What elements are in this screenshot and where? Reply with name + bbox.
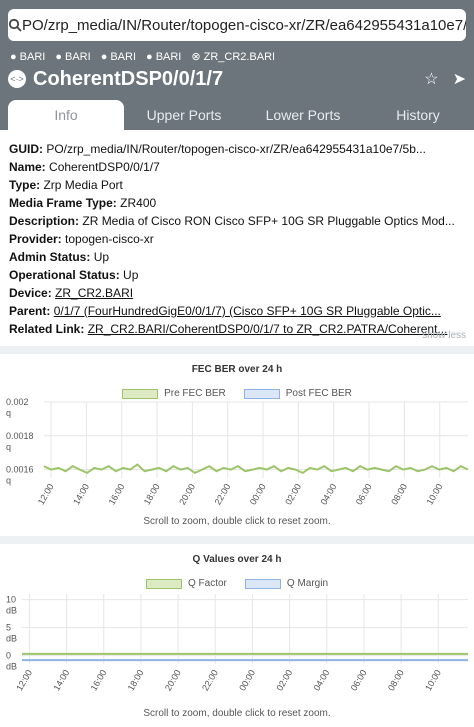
x-tick-label: 20:00 xyxy=(177,482,197,507)
tab-bar: Info Upper Ports Lower Ports History xyxy=(0,100,474,130)
provider-row: Provider: topogen-cisco-xr xyxy=(9,232,154,246)
y-tick-label: 10 xyxy=(6,595,16,605)
x-tick-label: 14:00 xyxy=(71,482,91,507)
x-tick-label: 22:00 xyxy=(200,668,220,693)
fec-chart-title: FEC BER over 24 h xyxy=(191,364,283,375)
page-title: CoherentDSP0/0/1/7 xyxy=(33,67,224,90)
search-icon xyxy=(8,18,22,32)
y-tick-label: 0.0018 xyxy=(6,431,34,441)
related-link[interactable]: ZR_CR2.BARI/CoherentDSP0/0/1/7 to ZR_CR2… xyxy=(88,322,448,336)
operational-status-row: Operational Status: Up xyxy=(9,268,139,282)
location-pin-icon: ● xyxy=(10,50,17,63)
x-tick-label: 16:00 xyxy=(107,482,127,507)
x-tick-label: 12:00 xyxy=(36,482,56,507)
admin-status-row: Admin Status: Up xyxy=(9,250,110,264)
search-input[interactable]: PO/zrp_media/IN/Router/topogen-cisco-xr/… xyxy=(8,9,466,41)
parent-row: Parent: 0/1/7 (FourHundredGigE0/0/1/7) (… xyxy=(9,304,441,318)
y-tick-label: 0 xyxy=(6,651,11,661)
device-link[interactable]: ZR_CR2.BARI xyxy=(55,286,133,300)
y-unit-label: q xyxy=(6,476,11,486)
info-panel: GUID: PO/zrp_media/IN/Router/topogen-cis… xyxy=(9,140,467,338)
breadcrumb: ● BARI ● BARI ● BARI ● BARI ⊗ ZR_CR2.BARI xyxy=(10,50,275,64)
x-tick-label: 08:00 xyxy=(389,482,409,507)
x-tick-label: 02:00 xyxy=(283,482,303,507)
y-unit-label: q xyxy=(6,442,11,452)
guid-row: GUID: PO/zrp_media/IN/Router/topogen-cis… xyxy=(9,142,426,156)
x-tick-label: 08:00 xyxy=(386,668,406,693)
x-tick-label: 10:00 xyxy=(423,668,443,693)
device-row: Device: ZR_CR2.BARI xyxy=(9,286,134,300)
x-tick-label: 04:00 xyxy=(312,668,332,693)
x-tick-label: 22:00 xyxy=(213,482,233,507)
y-tick-label: 5 xyxy=(6,623,11,633)
location-pin-icon: ● xyxy=(146,50,153,63)
tab-info[interactable]: Info xyxy=(8,100,124,130)
breadcrumb-item[interactable]: ● BARI xyxy=(55,50,90,63)
show-less-link[interactable]: show less xyxy=(422,330,466,341)
x-tick-label: 10:00 xyxy=(425,482,445,507)
pin-icon[interactable]: ➤ xyxy=(453,69,466,89)
breadcrumb-item[interactable]: ● BARI xyxy=(10,50,45,63)
x-tick-label: 04:00 xyxy=(319,482,339,507)
star-icon[interactable]: ☆ xyxy=(424,69,438,89)
tab-upper-ports[interactable]: Upper Ports xyxy=(124,100,244,130)
router-icon: ⊗ xyxy=(191,51,201,63)
y-unit-label: dB xyxy=(6,634,17,644)
tab-history[interactable]: History xyxy=(362,100,474,130)
breadcrumb-item[interactable]: ⊗ ZR_CR2.BARI xyxy=(191,50,275,64)
x-tick-label: 12:00 xyxy=(14,668,34,693)
q-chart[interactable]: 12:00 14:00 16:00 18:00 20:00 22:00 00:00 02:00… xyxy=(0,586,474,706)
y-unit-label: q xyxy=(6,408,11,418)
search-value: PO/zrp_media/IN/Router/topogen-cisco-xr/… xyxy=(22,16,466,34)
related-link-row: Related Link: ZR_CR2.BARI/CoherentDSP0/0… xyxy=(9,322,448,336)
title-actions: ☆ ➤ xyxy=(424,69,466,89)
q-zoom-note: Scroll to zoom, double click to reset zo… xyxy=(143,708,331,719)
x-tick-label: 18:00 xyxy=(126,668,146,693)
y-unit-label: dB xyxy=(6,662,17,672)
breadcrumb-item[interactable]: ● BARI xyxy=(146,50,181,63)
type-row: Type: Zrp Media Port xyxy=(9,178,123,192)
fec-chart[interactable]: 12:00 14:00 16:00 18:00 20:00 22:00 00:00 02:00… xyxy=(0,396,474,514)
header-panel: PO/zrp_media/IN/Router/topogen-cisco-xr/… xyxy=(0,0,474,130)
x-tick-label: 00:00 xyxy=(237,668,257,693)
link-icon: <·> xyxy=(8,70,26,88)
divider xyxy=(0,346,474,354)
name-row: Name: CoherentDSP0/0/1/7 xyxy=(9,160,160,174)
location-pin-icon: ● xyxy=(100,50,108,63)
y-unit-label: dB xyxy=(6,606,17,616)
x-tick-label: 16:00 xyxy=(89,668,109,693)
location-pin-icon: ● xyxy=(55,50,62,63)
x-tick-label: 00:00 xyxy=(248,482,268,507)
x-tick-label: 06:00 xyxy=(354,482,374,507)
x-tick-label: 14:00 xyxy=(51,668,71,693)
fec-zoom-note: Scroll to zoom, double click to reset zo… xyxy=(143,516,331,527)
x-tick-label: 02:00 xyxy=(274,668,294,693)
divider xyxy=(0,536,474,544)
tab-lower-ports[interactable]: Lower Ports xyxy=(244,100,362,130)
y-tick-label: 0.0016 xyxy=(6,465,34,475)
x-tick-label: 18:00 xyxy=(142,482,162,507)
description-row: Description: ZR Media of Cisco RON Cisco… xyxy=(9,214,455,228)
media-frame-row: Media Frame Type: ZR400 xyxy=(9,196,157,210)
y-tick-label: 0.002 xyxy=(6,397,29,407)
q-chart-title: Q Values over 24 h xyxy=(192,554,282,565)
title-row: <·> CoherentDSP0/0/1/7 ☆ ➤ xyxy=(8,66,466,92)
x-tick-label: 20:00 xyxy=(163,668,183,693)
parent-link[interactable]: 0/1/7 (FourHundredGigE0/0/1/7) (Cisco SF… xyxy=(54,304,441,318)
x-tick-label: 06:00 xyxy=(349,668,369,693)
breadcrumb-item[interactable]: ● BARI xyxy=(101,50,136,63)
